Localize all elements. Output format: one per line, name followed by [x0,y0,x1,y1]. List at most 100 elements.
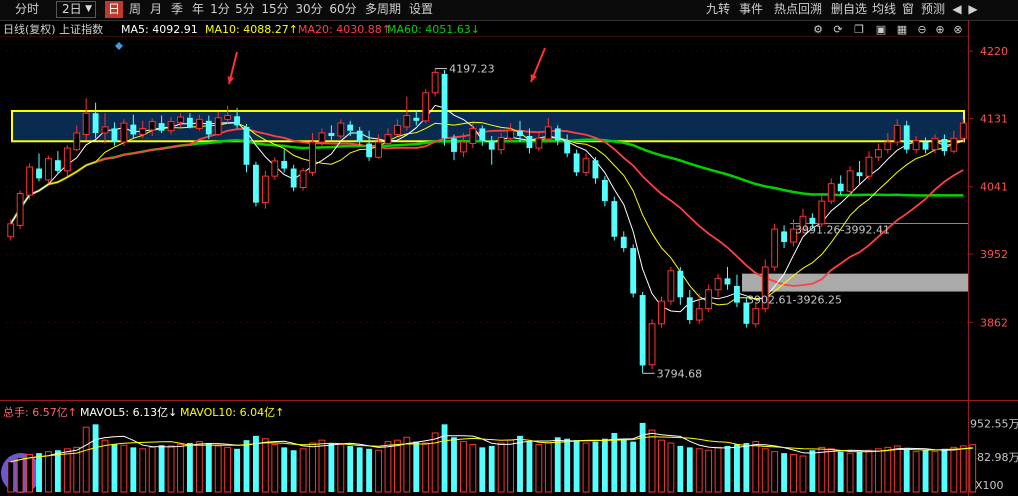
volume-bar [356,447,363,492]
volume-bar [884,446,892,493]
volume-bar [790,454,797,493]
volume-bar [403,436,411,493]
volume-bar [658,439,665,493]
volume-bar [451,437,457,492]
candle-body [648,323,656,366]
volume-bar [846,452,854,493]
candle-body [375,141,382,158]
candle-body [73,132,81,151]
zone-label-upper: 3991.26-3992.41 [795,224,890,237]
volume-bar [158,445,165,492]
volume-bar [243,440,250,492]
volume-bar [582,442,590,493]
candle-body [818,200,826,225]
volume-bar [497,442,505,493]
volume-bar [573,440,580,492]
volume-bar [422,442,430,493]
volume-bar [261,438,269,493]
candle-body [535,137,543,149]
candle-body [526,135,533,149]
volume-bar [959,445,967,493]
volume-bar [714,446,722,493]
candle-body [441,73,448,139]
candle-body [639,295,646,366]
candle-body [517,130,523,136]
volume-bar [375,449,382,493]
volume-bar [507,439,515,493]
volume-bar [912,451,920,493]
candle-body [243,126,250,165]
volume-bar [271,443,279,493]
candle-body [253,164,259,203]
candle-body [224,115,232,120]
candle-body [884,141,892,151]
candle-body [299,170,307,188]
volume-bar [743,443,750,492]
volume-bar [648,429,656,493]
candle-body [356,130,363,143]
candle-body [148,121,156,131]
volume-bar [26,454,34,493]
candle-body [290,168,297,188]
volume-bar [761,448,769,493]
volume-bar [620,438,627,492]
volume-bar [950,446,958,493]
candle-body [488,140,495,150]
candle-body [544,126,552,140]
volume-bar [630,441,637,492]
candle-body [54,160,61,171]
candle-body [695,308,703,321]
candle-body [261,175,269,204]
volume-bar [592,441,599,492]
volume-bar [554,437,561,492]
volume-tick-label: 482.98万 [970,451,1018,464]
volume-bar [16,456,24,493]
zone-label-lower: 3902.61-3926.25 [747,294,842,307]
candle-body [26,166,34,196]
volume-bar [874,448,882,493]
y-tick-label: 4041 [980,181,1008,194]
candle-body [393,124,401,135]
candle-body [705,289,713,310]
volume-bar [441,424,448,492]
candle-body [451,138,457,152]
volume-bar [130,447,137,492]
volume-bar [195,441,203,493]
volume-bar [431,432,439,493]
candle-body [403,115,411,128]
volume-bar [186,443,193,492]
volume-bar [705,449,713,493]
volume-bar [799,455,807,493]
candle-body [309,141,316,173]
candle-body [36,168,42,179]
candle-body [205,120,212,135]
volume-bar [347,445,354,492]
volume-bar [771,451,779,493]
volume-bar [865,449,873,493]
volume-bar [809,450,816,492]
candle-body [893,124,901,143]
volume-bar [224,446,232,493]
volume-bar [488,445,495,492]
volume-bar [601,438,608,492]
event-diamond-icon [115,42,123,50]
volume-bar [544,442,552,493]
y-tick-label: 4220 [980,45,1008,58]
volume-bar [856,451,863,492]
volume-bar [827,448,835,493]
candle-body [554,128,561,141]
candle-body [686,297,693,321]
candle-body [592,160,599,179]
volume-bar [469,443,477,493]
volume-bar [526,441,533,492]
y-tick-label: 3862 [980,316,1008,329]
volume-bar [290,450,297,492]
volume-bar [903,448,910,492]
candle-body [16,193,24,226]
volume-bar [393,439,401,493]
volume-bar [148,446,156,493]
volume-bar [564,438,571,492]
candle-body [611,201,618,237]
volume-scale-label: X100 [975,479,1004,492]
candle-body [827,183,835,202]
